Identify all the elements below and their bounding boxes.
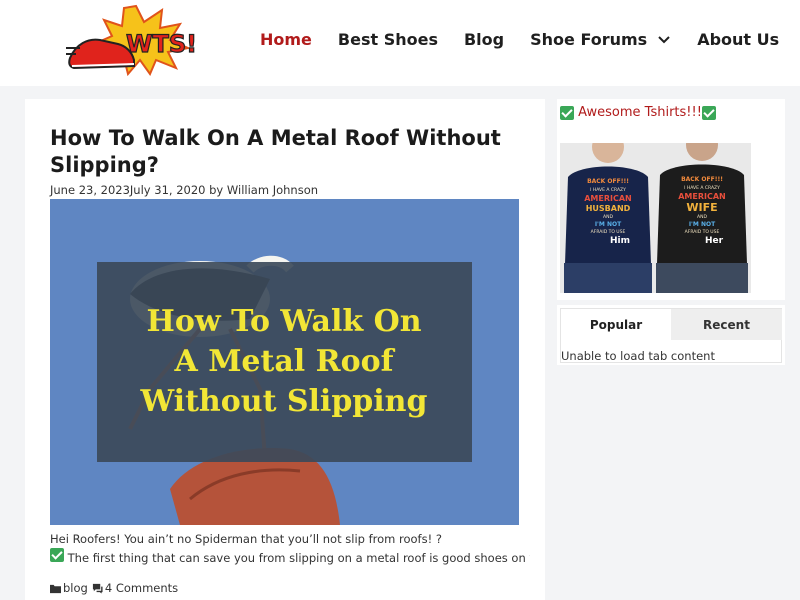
svg-text:AMERICAN: AMERICAN <box>584 194 632 203</box>
svg-text:I'M NOT: I'M NOT <box>689 221 716 228</box>
nav-best-shoes[interactable]: Best Shoes <box>338 30 438 49</box>
svg-text:HUSBAND: HUSBAND <box>586 204 631 213</box>
nav-home[interactable]: Home <box>260 30 312 49</box>
article-dates[interactable]: June 23, 2023July 31, 2020 <box>50 183 205 197</box>
site-logo[interactable]: WTS! <box>66 4 206 76</box>
folder-icon <box>50 584 61 593</box>
check-icon <box>701 105 716 120</box>
excerpt-line-1: Hei Roofers! You ain’t no Spiderman that… <box>50 532 442 546</box>
category-link[interactable]: blog <box>63 581 88 595</box>
excerpt-line-2: The first thing that can save you from s… <box>50 548 530 567</box>
main-nav: Home Best Shoes Blog Shoe Forums About U… <box>260 28 779 50</box>
popular-recent-widget: Popular Recent Unable to load tab conten… <box>557 305 785 365</box>
article-card: How To Walk On A Metal Roof Without Slip… <box>25 99 545 600</box>
svg-text:AFRAID TO USE: AFRAID TO USE <box>685 229 720 235</box>
svg-text:AND: AND <box>603 214 613 220</box>
nav-blog[interactable]: Blog <box>464 30 504 49</box>
tabs-container: Popular Recent Unable to load tab conten… <box>560 308 782 363</box>
comments-icon <box>92 583 103 594</box>
chevron-down-icon[interactable] <box>657 32 671 46</box>
tab-popular[interactable]: Popular <box>561 309 671 340</box>
svg-text:BACK OFF!!!: BACK OFF!!! <box>681 176 723 183</box>
svg-text:I HAVE A CRAZY: I HAVE A CRAZY <box>684 185 720 191</box>
article-by: by <box>209 183 224 197</box>
article-author[interactable]: William Johnson <box>227 183 318 197</box>
tshirts-image[interactable]: BACK OFF!!! I HAVE A CRAZY AMERICAN HUSB… <box>560 143 751 293</box>
check-icon <box>560 105 574 120</box>
check-icon <box>50 548 64 562</box>
nav-shoe-forums[interactable]: Shoe Forums <box>530 30 671 49</box>
svg-text:Him: Him <box>610 236 630 246</box>
svg-text:BACK OFF!!!: BACK OFF!!! <box>587 178 629 185</box>
tab-content-message: Unable to load tab content <box>561 349 715 363</box>
comments-link[interactable]: 4 Comments <box>105 581 178 595</box>
svg-text:I'M NOT: I'M NOT <box>595 221 622 228</box>
hero-text-line-2: A Metal Roof <box>173 344 395 379</box>
svg-text:WIFE: WIFE <box>686 201 717 214</box>
article-meta: June 23, 2023July 31, 2020 by William Jo… <box>50 183 318 197</box>
article-excerpt: Hei Roofers! You ain’t no Spiderman that… <box>50 531 530 567</box>
nav-about-us[interactable]: About Us <box>697 30 779 49</box>
site-header: WTS! Home Best Shoes Blog Shoe Forums Ab… <box>0 0 800 86</box>
hero-text-line-3: Without Slipping <box>140 384 428 419</box>
svg-text:AND: AND <box>697 214 707 220</box>
article-hero-image[interactable]: How To Walk On A Metal Roof Without Slip… <box>50 199 519 525</box>
svg-text:Her: Her <box>705 236 724 246</box>
tshirts-widget-title[interactable]: Awesome Tshirts!!! <box>560 105 716 120</box>
svg-text:WTS!: WTS! <box>126 30 197 58</box>
tshirts-widget: Awesome Tshirts!!! BACK OFF!!! I HAVE A … <box>557 99 785 300</box>
svg-text:AFRAID TO USE: AFRAID TO USE <box>591 229 626 235</box>
svg-text:AMERICAN: AMERICAN <box>678 192 726 201</box>
hero-text-line-1: How To Walk On <box>146 304 421 339</box>
article-title[interactable]: How To Walk On A Metal Roof Without Slip… <box>50 125 520 179</box>
svg-text:I HAVE A CRAZY: I HAVE A CRAZY <box>590 187 626 193</box>
tab-recent[interactable]: Recent <box>671 309 782 340</box>
article-footer-meta: blog 4 Comments <box>50 581 178 595</box>
